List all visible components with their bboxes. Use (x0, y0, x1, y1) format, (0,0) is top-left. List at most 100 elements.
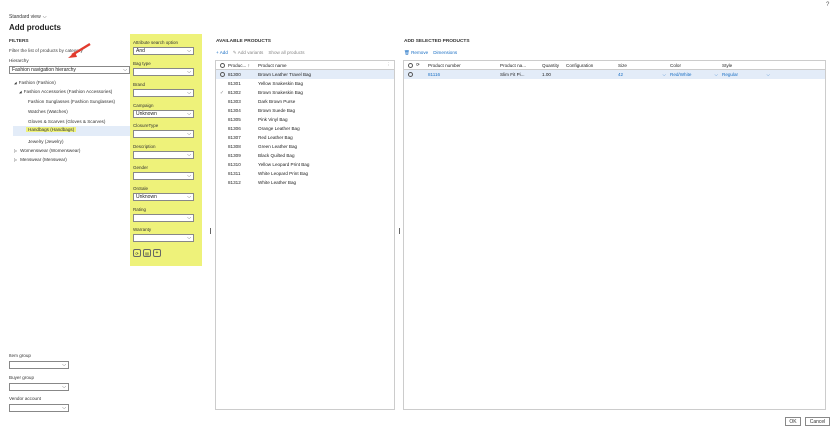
table-row[interactable]: 81311 White Leopard Print Bag (216, 169, 394, 178)
column-product-name[interactable]: Product na... (500, 63, 542, 68)
chevron-down-icon: ⌵ (662, 72, 666, 77)
attribute-select-bag-type[interactable]: ⌵ (133, 68, 194, 76)
expand-icon[interactable]: ▷ (14, 157, 17, 162)
refresh-icon[interactable]: ⟳ (416, 62, 428, 68)
tree-node-fashion-sunglasses[interactable]: Fashion Sunglasses (Fashion Sunglasses) (28, 99, 115, 104)
attribute-select-warranty[interactable]: ⌵ (133, 234, 194, 243)
view-selector[interactable]: Standard view ⌵ (9, 14, 46, 20)
select-all-radio[interactable] (407, 62, 413, 68)
chevron-down-icon: ⌵ (187, 152, 191, 159)
attribute-select-closuretype[interactable]: ⌵ (133, 130, 194, 139)
column-product-name[interactable]: Product name (258, 63, 386, 68)
product-number-cell[interactable]: 81116 (428, 72, 500, 77)
buyer-group-select[interactable]: ⌵ (9, 383, 69, 391)
attribute-label-warranty: Warranty (133, 227, 152, 233)
clear-icon[interactable]: ▤ (143, 249, 151, 257)
product-name-cell: Brown Suede Bag (258, 108, 296, 113)
table-row[interactable]: 81306 Orange Leather Bag (216, 124, 394, 133)
attribute-search-option-select[interactable]: And ⌵ (133, 47, 194, 55)
product-name-cell: Brown Leather Travel Bag (258, 72, 312, 77)
tree-node-fashion[interactable]: ◢ Fashion (Fashion) (14, 80, 56, 85)
attribute-select-rating[interactable]: ⌵ (133, 213, 194, 222)
attribute-select-campaign[interactable]: Unknown ⌵ (133, 109, 194, 118)
tree-node-fashion-accessories[interactable]: ◢ Fashion Accessories (Fashion Accessorie… (19, 89, 112, 94)
collapse-icon[interactable]: ◢ (14, 81, 17, 85)
apply-icon[interactable]: ⟳ (133, 249, 141, 257)
product-name-cell: Pink Vinyl Bag (258, 117, 288, 122)
select-all-radio[interactable] (219, 62, 225, 68)
available-grid: Produc... ↑ Product name ⋮ 81300 Brown Le… (215, 60, 395, 410)
add-button[interactable]: + Add (216, 50, 228, 56)
chevron-down-icon: ⌵ (62, 405, 66, 411)
size-cell[interactable]: 42 ⌵ (618, 72, 670, 77)
table-row[interactable]: 81308 Green Leather Bag (216, 142, 394, 151)
attribute-label-bag-type: Bag type (133, 61, 151, 66)
vendor-account-select[interactable]: ⌵ (9, 404, 69, 412)
annotation-arrow (68, 42, 91, 58)
table-row[interactable]: 81307 Red Leather Bag (216, 133, 394, 142)
chevron-down-icon: ⌵ (187, 235, 191, 242)
collapse-icon[interactable]: ◢ (19, 90, 22, 94)
row-radio[interactable] (219, 72, 225, 77)
hierarchy-value: Fashion navigation hierarchy (12, 67, 76, 73)
attribute-label-brand: Brand (133, 81, 146, 87)
panel-splitter[interactable] (210, 228, 211, 234)
selected-header-row: ⟳ Product number Product na... Quantity … (404, 61, 825, 70)
expand-icon[interactable]: ▷ (14, 148, 17, 153)
product-id-cell: 81303 (228, 99, 241, 104)
table-row[interactable]: 81310 Yellow Leopard Print Bag (216, 160, 394, 169)
quantity-cell[interactable]: 1.00 (542, 72, 566, 77)
remove-button[interactable]: 🗑 Remove (404, 50, 428, 56)
chevron-down-icon: ⌵ (187, 48, 191, 54)
table-row[interactable]: 81116 Slim Fit Pi... 1.00 42 ⌵ Red/White ⌵… (404, 70, 825, 79)
table-row[interactable]: 81303 Dark Brown Purse (216, 97, 394, 106)
ok-button[interactable]: OK (785, 417, 801, 426)
item-group-select[interactable]: ⌵ (9, 361, 69, 369)
tree-node-menswear[interactable]: ▷ Menswear (Menswear) (14, 157, 67, 162)
add-variants-button[interactable]: ✎ Add variants (233, 50, 263, 56)
attribute-select-onsale[interactable]: Unknown ⌵ (133, 192, 194, 201)
product-id-cell: 81306 (228, 126, 241, 131)
tree-node-watches[interactable]: Watches (Watches) (28, 109, 68, 114)
hierarchy-select[interactable]: Fashion navigation hierarchy ⌵ (9, 66, 130, 74)
tree-node-handbags[interactable]: Handbags (Handbags) (26, 127, 77, 132)
table-row[interactable]: 81300 Brown Leather Travel Bag (216, 70, 394, 79)
table-row[interactable]: 81301 Yellow Snakeskin Bag (216, 79, 394, 88)
column-quantity[interactable]: Quantity (542, 63, 566, 68)
chevron-down-icon: ⌵ (62, 362, 66, 368)
cancel-button[interactable]: Cancel (805, 417, 830, 426)
panel-splitter[interactable] (399, 228, 400, 234)
column-configuration[interactable]: Configuration (566, 63, 618, 68)
column-style[interactable]: Style (722, 63, 774, 68)
row-radio[interactable] (407, 72, 413, 77)
product-name-cell: White Leather Bag (258, 180, 297, 185)
column-options-icon[interactable]: ⋮ (386, 62, 394, 68)
style-cell[interactable]: Regular ⌵ (722, 72, 774, 77)
table-row[interactable]: ✓ 81302 Brown Snakeskin Bag (216, 88, 394, 97)
table-row[interactable]: 81309 Black Quilted Bag (216, 151, 394, 160)
product-name-cell: Red Leather Bag (258, 135, 293, 140)
table-row[interactable]: 81312 White Leather Bag (216, 178, 394, 187)
table-row[interactable]: 81304 Brown Suede Bag (216, 106, 394, 115)
attribute-select-gender[interactable]: ⌵ (133, 172, 194, 180)
dimensions-button[interactable]: Dimensions (433, 50, 457, 56)
help-icon[interactable]: ? (826, 2, 829, 8)
table-row[interactable]: 81305 Pink Vinyl Bag (216, 115, 394, 124)
add-icon[interactable]: + (153, 249, 161, 257)
tree-node-jewelry[interactable]: Jewelry (Jewelry) (28, 139, 63, 144)
check-icon[interactable]: ✓ (220, 90, 224, 96)
page-title: Add products (9, 23, 61, 32)
attribute-label-onsale: OnSale (133, 185, 149, 191)
attribute-label-gender: Gender (133, 165, 149, 170)
column-size[interactable]: Size (618, 63, 670, 68)
attribute-select-description[interactable]: ⌵ (133, 151, 194, 160)
color-cell[interactable]: Red/White ⌵ (670, 72, 722, 77)
column-product[interactable]: Produc... ↑ (228, 63, 258, 68)
column-color[interactable]: Color (670, 63, 722, 68)
attribute-select-brand[interactable]: ⌵ (133, 88, 194, 97)
tree-node-womenswear[interactable]: ▷ Womenswear (Womenswear) (14, 148, 80, 153)
show-all-products-button[interactable]: Show all products (268, 50, 304, 56)
chevron-down-icon: ⌵ (187, 89, 191, 96)
column-product-number[interactable]: Product number (428, 63, 500, 68)
tree-node-gloves-scarves[interactable]: Gloves & Scarves (Gloves & Scarves) (28, 119, 105, 124)
